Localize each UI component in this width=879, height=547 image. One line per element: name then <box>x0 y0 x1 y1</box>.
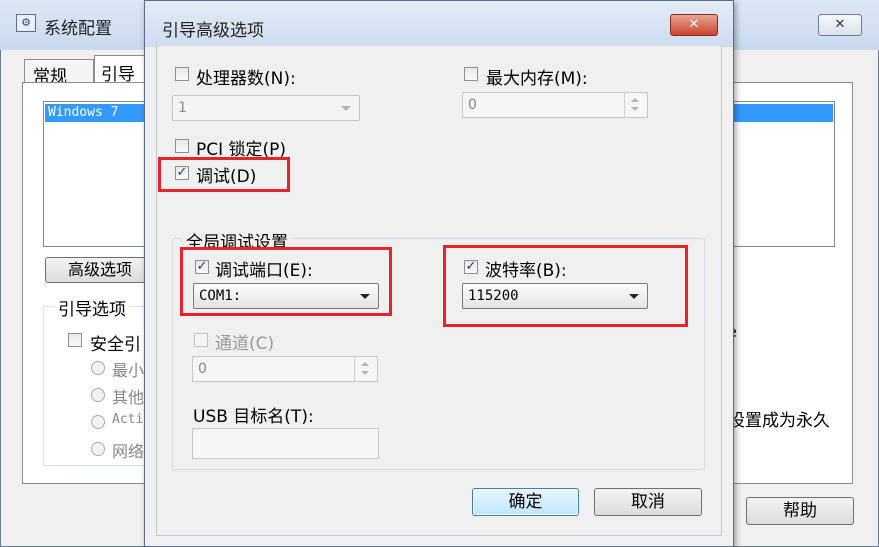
max-memory-label: 最大内存(M): <box>486 69 588 89</box>
radio-minimal-label: 最小 <box>112 361 145 380</box>
advanced-options-button[interactable]: 高级选项 <box>45 257 155 283</box>
debug-port-highlight-box <box>180 247 392 316</box>
processors-select[interactable]: 1 <box>172 95 360 121</box>
list-item[interactable]: Windows 7 <box>48 104 118 122</box>
usb-target-field[interactable] <box>192 428 379 459</box>
processors-label: 处理器数(N): <box>196 69 296 89</box>
app-icon: ⚙ <box>16 14 36 32</box>
channel-value: 0 <box>198 361 207 377</box>
channel-label: 通道(C) <box>215 334 275 354</box>
radio-minimal[interactable] <box>91 361 105 375</box>
pci-lock-checkbox[interactable] <box>175 139 189 153</box>
radio-active-directory[interactable] <box>91 415 105 429</box>
chevron-down-icon <box>341 106 351 111</box>
radio-active-directory-label: Acti <box>112 412 144 427</box>
channel-checkbox[interactable] <box>194 333 208 347</box>
usb-target-label: USB 目标名(T): <box>193 407 314 427</box>
dialog-title: 引导高级选项 <box>162 21 264 41</box>
dialog-close-icon[interactable]: ✕ <box>670 14 718 36</box>
max-memory-checkbox[interactable] <box>464 67 478 81</box>
boot-options-group-title: 引导选项 <box>55 295 129 320</box>
radio-network-label: 网络 <box>112 442 145 461</box>
channel-spinner[interactable]: 0 <box>192 356 378 382</box>
max-memory-spinner[interactable]: 0 <box>462 92 648 118</box>
safe-boot-checkbox[interactable] <box>68 333 82 347</box>
tab-general[interactable]: 常规 <box>24 59 94 87</box>
processors-checkbox[interactable] <box>175 67 189 81</box>
spin-down-icon[interactable] <box>631 107 639 111</box>
ok-button[interactable]: 确定 <box>472 488 579 516</box>
max-memory-value: 0 <box>468 97 477 113</box>
processors-value: 1 <box>178 100 187 116</box>
spin-up-icon[interactable] <box>361 362 369 366</box>
help-button[interactable]: 帮助 <box>746 497 854 525</box>
spin-up-icon[interactable] <box>631 98 639 102</box>
close-icon[interactable]: ✕ <box>818 14 862 36</box>
safe-boot-label: 安全引 <box>90 335 141 355</box>
radio-alternate[interactable] <box>91 388 105 402</box>
radio-alternate-label: 其他 <box>112 388 145 407</box>
spin-buttons[interactable] <box>624 93 647 117</box>
make-permanent-text: 设置成为永久 <box>728 411 830 431</box>
spin-buttons[interactable] <box>354 357 377 381</box>
debug-highlight-box <box>158 157 290 192</box>
baud-rate-highlight-box <box>443 245 688 327</box>
spin-down-icon[interactable] <box>361 371 369 375</box>
radio-network[interactable] <box>91 442 105 456</box>
system-config-title: 系统配置 <box>44 19 112 39</box>
cancel-button[interactable]: 取消 <box>594 488 702 516</box>
